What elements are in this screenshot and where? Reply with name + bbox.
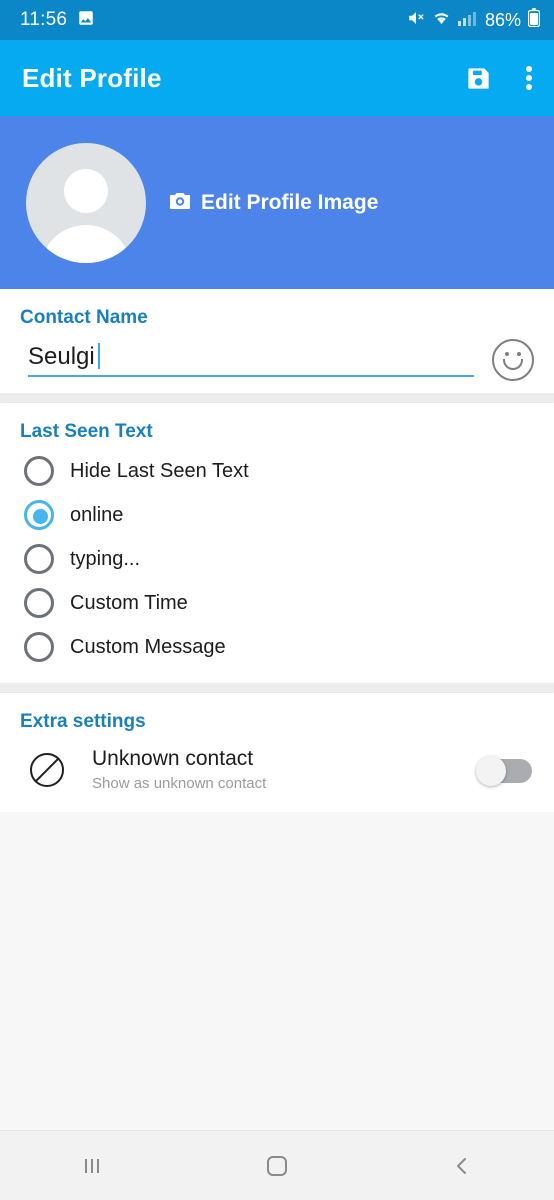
contact-name-row: Seulgi: [0, 333, 554, 393]
signal-icon: [457, 10, 476, 31]
status-bar-right: 86%: [407, 8, 541, 32]
extra-settings-section-title: Extra settings: [20, 711, 146, 732]
radio-label: typing...: [70, 547, 141, 570]
block-circle-icon: [30, 752, 64, 787]
contact-name-input[interactable]: Seulgi: [28, 343, 474, 377]
unknown-contact-toggle[interactable]: [476, 755, 532, 786]
recents-icon[interactable]: [47, 1131, 137, 1200]
camera-icon: [168, 190, 192, 216]
battery-icon: [527, 8, 541, 32]
edit-profile-image-button[interactable]: Edit Profile Image: [168, 190, 378, 216]
emoji-eye-right: [517, 352, 521, 356]
default-avatar-icon[interactable]: [26, 142, 146, 263]
status-time: 11:56: [20, 9, 68, 30]
contact-name-section-title: Contact Name: [20, 307, 148, 328]
contact-name-card: Contact Name Seulgi: [0, 289, 554, 393]
status-bar: 11:56 86%: [0, 0, 554, 40]
radio-option-hide-last-seen[interactable]: Hide Last Seen Text: [0, 449, 554, 493]
radio-button[interactable]: [24, 588, 54, 618]
text-caret: [97, 343, 100, 369]
page-title: Edit Profile: [22, 62, 162, 93]
home-icon[interactable]: [232, 1131, 322, 1200]
radio-button[interactable]: [24, 544, 54, 574]
setting-text: Unknown contact Show as unknown contact: [92, 747, 476, 792]
edit-profile-image-label: Edit Profile Image: [201, 190, 379, 214]
system-navigation-bar: [0, 1130, 554, 1200]
radio-button[interactable]: [24, 456, 54, 486]
setting-title: Unknown contact: [92, 747, 254, 770]
empty-area: [0, 812, 554, 1130]
radio-label: online: [70, 503, 124, 526]
avatar-head: [64, 168, 108, 213]
mute-icon: [407, 9, 425, 32]
image-icon: [77, 9, 95, 32]
radio-option-online[interactable]: online: [0, 493, 554, 537]
last-seen-radio-group: Hide Last Seen Text online typing... Cus…: [0, 447, 554, 683]
save-floppy-icon[interactable]: [465, 65, 492, 92]
radio-option-custom-time[interactable]: Custom Time: [0, 581, 554, 625]
contact-name-value: Seulgi: [28, 343, 95, 370]
overflow-menu-icon[interactable]: [526, 65, 532, 91]
emoji-smiley-icon[interactable]: [492, 339, 534, 381]
radio-button[interactable]: [24, 500, 54, 530]
app-bar: Edit Profile: [0, 40, 554, 116]
section-divider: [0, 683, 554, 693]
status-bar-left: 11:56: [20, 9, 95, 32]
last-seen-section-title: Last Seen Text: [20, 421, 153, 442]
toggle-thumb: [476, 755, 506, 786]
setting-subtitle: Show as unknown contact: [92, 775, 267, 792]
back-icon[interactable]: [417, 1131, 507, 1200]
setting-row-unknown-contact[interactable]: Unknown contact Show as unknown contact: [0, 737, 554, 812]
radio-button[interactable]: [24, 632, 54, 662]
radio-label: Hide Last Seen Text: [70, 459, 249, 482]
section-divider: [0, 393, 554, 403]
radio-label: Custom Message: [70, 635, 226, 658]
battery-percent: 86%: [484, 9, 521, 30]
radio-option-typing[interactable]: typing...: [0, 537, 554, 581]
avatar-body: [40, 224, 132, 263]
last-seen-card: Last Seen Text Hide Last Seen Text onlin…: [0, 403, 554, 683]
radio-label: Custom Time: [70, 591, 188, 614]
profile-header: Edit Profile Image: [0, 116, 554, 289]
app-bar-actions: [465, 65, 532, 92]
screen-content: 11:56 86% Edit Profile Edit Profile Imag…: [0, 0, 554, 1130]
emoji-mouth: [503, 359, 523, 370]
extra-settings-card: Extra settings Unknown contact Show as u…: [0, 693, 554, 812]
wifi-icon: [432, 9, 451, 32]
radio-option-custom-message[interactable]: Custom Message: [0, 625, 554, 669]
emoji-eye-left: [505, 352, 509, 356]
phone-screen: 11:56 86% Edit Profile Edit Profile Imag…: [0, 0, 554, 1200]
